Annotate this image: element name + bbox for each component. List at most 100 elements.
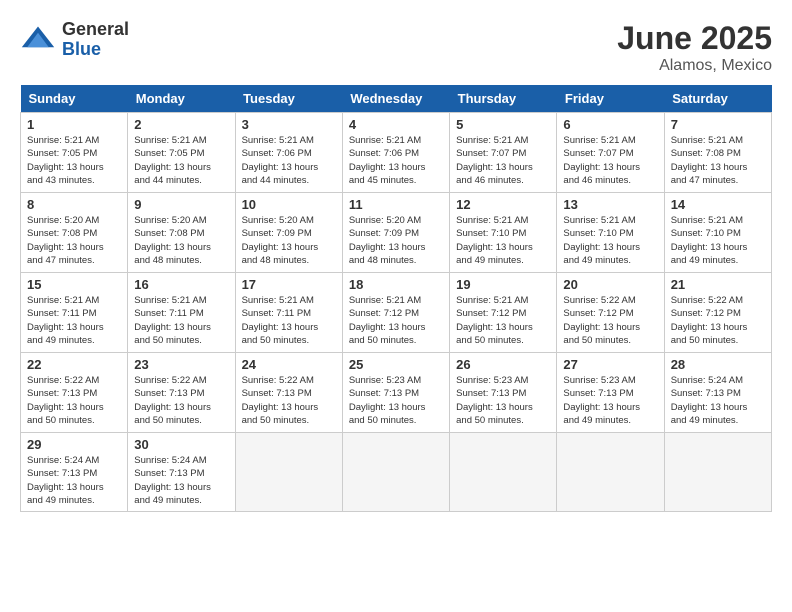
day-info: Sunrise: 5:24 AM Sunset: 7:13 PM Dayligh… [134,454,228,507]
header-monday: Monday [128,85,235,113]
header-wednesday: Wednesday [342,85,449,113]
calendar-cell: 25 Sunrise: 5:23 AM Sunset: 7:13 PM Dayl… [342,353,449,433]
calendar-cell: 7 Sunrise: 5:21 AM Sunset: 7:08 PM Dayli… [664,113,771,193]
calendar-cell: 30 Sunrise: 5:24 AM Sunset: 7:13 PM Dayl… [128,433,235,512]
calendar-cell: 2 Sunrise: 5:21 AM Sunset: 7:05 PM Dayli… [128,113,235,193]
day-number: 3 [242,117,336,132]
day-info: Sunrise: 5:22 AM Sunset: 7:13 PM Dayligh… [242,374,336,427]
day-info: Sunrise: 5:22 AM Sunset: 7:12 PM Dayligh… [671,294,765,347]
calendar-cell: 24 Sunrise: 5:22 AM Sunset: 7:13 PM Dayl… [235,353,342,433]
day-number: 13 [563,197,657,212]
calendar-cell: 21 Sunrise: 5:22 AM Sunset: 7:12 PM Dayl… [664,273,771,353]
header-saturday: Saturday [664,85,771,113]
logo: General Blue [20,20,129,60]
calendar-cell: 18 Sunrise: 5:21 AM Sunset: 7:12 PM Dayl… [342,273,449,353]
calendar-cell: 27 Sunrise: 5:23 AM Sunset: 7:13 PM Dayl… [557,353,664,433]
calendar-cell: 3 Sunrise: 5:21 AM Sunset: 7:06 PM Dayli… [235,113,342,193]
calendar-cell: 20 Sunrise: 5:22 AM Sunset: 7:12 PM Dayl… [557,273,664,353]
location: Alamos, Mexico [617,57,772,75]
header-thursday: Thursday [450,85,557,113]
day-info: Sunrise: 5:22 AM Sunset: 7:13 PM Dayligh… [27,374,121,427]
day-number: 25 [349,357,443,372]
calendar-cell [557,433,664,512]
calendar-cell: 9 Sunrise: 5:20 AM Sunset: 7:08 PM Dayli… [128,193,235,273]
day-info: Sunrise: 5:23 AM Sunset: 7:13 PM Dayligh… [456,374,550,427]
day-number: 7 [671,117,765,132]
calendar-cell: 6 Sunrise: 5:21 AM Sunset: 7:07 PM Dayli… [557,113,664,193]
day-info: Sunrise: 5:21 AM Sunset: 7:05 PM Dayligh… [134,134,228,187]
day-number: 20 [563,277,657,292]
day-info: Sunrise: 5:21 AM Sunset: 7:07 PM Dayligh… [456,134,550,187]
calendar-week-4: 29 Sunrise: 5:24 AM Sunset: 7:13 PM Dayl… [21,433,772,512]
calendar-cell: 8 Sunrise: 5:20 AM Sunset: 7:08 PM Dayli… [21,193,128,273]
day-number: 22 [27,357,121,372]
calendar-cell: 1 Sunrise: 5:21 AM Sunset: 7:05 PM Dayli… [21,113,128,193]
calendar-cell [342,433,449,512]
calendar-cell [450,433,557,512]
day-info: Sunrise: 5:21 AM Sunset: 7:10 PM Dayligh… [563,214,657,267]
calendar-week-1: 8 Sunrise: 5:20 AM Sunset: 7:08 PM Dayli… [21,193,772,273]
day-info: Sunrise: 5:21 AM Sunset: 7:11 PM Dayligh… [242,294,336,347]
day-number: 8 [27,197,121,212]
day-info: Sunrise: 5:23 AM Sunset: 7:13 PM Dayligh… [349,374,443,427]
day-number: 10 [242,197,336,212]
logo-icon [20,22,56,58]
day-number: 26 [456,357,550,372]
calendar-cell: 29 Sunrise: 5:24 AM Sunset: 7:13 PM Dayl… [21,433,128,512]
day-info: Sunrise: 5:21 AM Sunset: 7:05 PM Dayligh… [27,134,121,187]
day-info: Sunrise: 5:20 AM Sunset: 7:08 PM Dayligh… [27,214,121,267]
day-info: Sunrise: 5:21 AM Sunset: 7:10 PM Dayligh… [456,214,550,267]
calendar-cell: 10 Sunrise: 5:20 AM Sunset: 7:09 PM Dayl… [235,193,342,273]
day-info: Sunrise: 5:23 AM Sunset: 7:13 PM Dayligh… [563,374,657,427]
day-info: Sunrise: 5:21 AM Sunset: 7:11 PM Dayligh… [27,294,121,347]
page-header: General Blue June 2025 Alamos, Mexico [20,20,772,75]
day-number: 17 [242,277,336,292]
day-info: Sunrise: 5:21 AM Sunset: 7:11 PM Dayligh… [134,294,228,347]
calendar-cell: 22 Sunrise: 5:22 AM Sunset: 7:13 PM Dayl… [21,353,128,433]
calendar-cell: 5 Sunrise: 5:21 AM Sunset: 7:07 PM Dayli… [450,113,557,193]
day-number: 30 [134,437,228,452]
day-number: 1 [27,117,121,132]
calendar-cell: 11 Sunrise: 5:20 AM Sunset: 7:09 PM Dayl… [342,193,449,273]
day-number: 18 [349,277,443,292]
day-info: Sunrise: 5:20 AM Sunset: 7:09 PM Dayligh… [242,214,336,267]
day-info: Sunrise: 5:20 AM Sunset: 7:08 PM Dayligh… [134,214,228,267]
day-number: 5 [456,117,550,132]
calendar-cell: 12 Sunrise: 5:21 AM Sunset: 7:10 PM Dayl… [450,193,557,273]
calendar-cell [235,433,342,512]
header-tuesday: Tuesday [235,85,342,113]
day-number: 28 [671,357,765,372]
header-row: SundayMondayTuesdayWednesdayThursdayFrid… [21,85,772,113]
day-number: 4 [349,117,443,132]
day-number: 27 [563,357,657,372]
calendar-cell: 19 Sunrise: 5:21 AM Sunset: 7:12 PM Dayl… [450,273,557,353]
calendar-cell [664,433,771,512]
day-number: 19 [456,277,550,292]
calendar-week-2: 15 Sunrise: 5:21 AM Sunset: 7:11 PM Dayl… [21,273,772,353]
calendar-cell: 16 Sunrise: 5:21 AM Sunset: 7:11 PM Dayl… [128,273,235,353]
day-info: Sunrise: 5:24 AM Sunset: 7:13 PM Dayligh… [27,454,121,507]
day-info: Sunrise: 5:20 AM Sunset: 7:09 PM Dayligh… [349,214,443,267]
calendar-cell: 14 Sunrise: 5:21 AM Sunset: 7:10 PM Dayl… [664,193,771,273]
day-info: Sunrise: 5:24 AM Sunset: 7:13 PM Dayligh… [671,374,765,427]
day-info: Sunrise: 5:21 AM Sunset: 7:07 PM Dayligh… [563,134,657,187]
title-block: June 2025 Alamos, Mexico [617,20,772,75]
day-number: 14 [671,197,765,212]
day-info: Sunrise: 5:21 AM Sunset: 7:10 PM Dayligh… [671,214,765,267]
header-sunday: Sunday [21,85,128,113]
calendar-cell: 28 Sunrise: 5:24 AM Sunset: 7:13 PM Dayl… [664,353,771,433]
calendar-cell: 13 Sunrise: 5:21 AM Sunset: 7:10 PM Dayl… [557,193,664,273]
month-title: June 2025 [617,20,772,57]
calendar-cell: 15 Sunrise: 5:21 AM Sunset: 7:11 PM Dayl… [21,273,128,353]
calendar-table: SundayMondayTuesdayWednesdayThursdayFrid… [20,85,772,512]
calendar-cell: 17 Sunrise: 5:21 AM Sunset: 7:11 PM Dayl… [235,273,342,353]
calendar-cell: 23 Sunrise: 5:22 AM Sunset: 7:13 PM Dayl… [128,353,235,433]
day-info: Sunrise: 5:22 AM Sunset: 7:12 PM Dayligh… [563,294,657,347]
day-number: 6 [563,117,657,132]
day-number: 16 [134,277,228,292]
day-info: Sunrise: 5:21 AM Sunset: 7:06 PM Dayligh… [242,134,336,187]
day-number: 2 [134,117,228,132]
logo-general: General [62,20,129,40]
day-info: Sunrise: 5:21 AM Sunset: 7:08 PM Dayligh… [671,134,765,187]
logo-blue: Blue [62,40,129,60]
